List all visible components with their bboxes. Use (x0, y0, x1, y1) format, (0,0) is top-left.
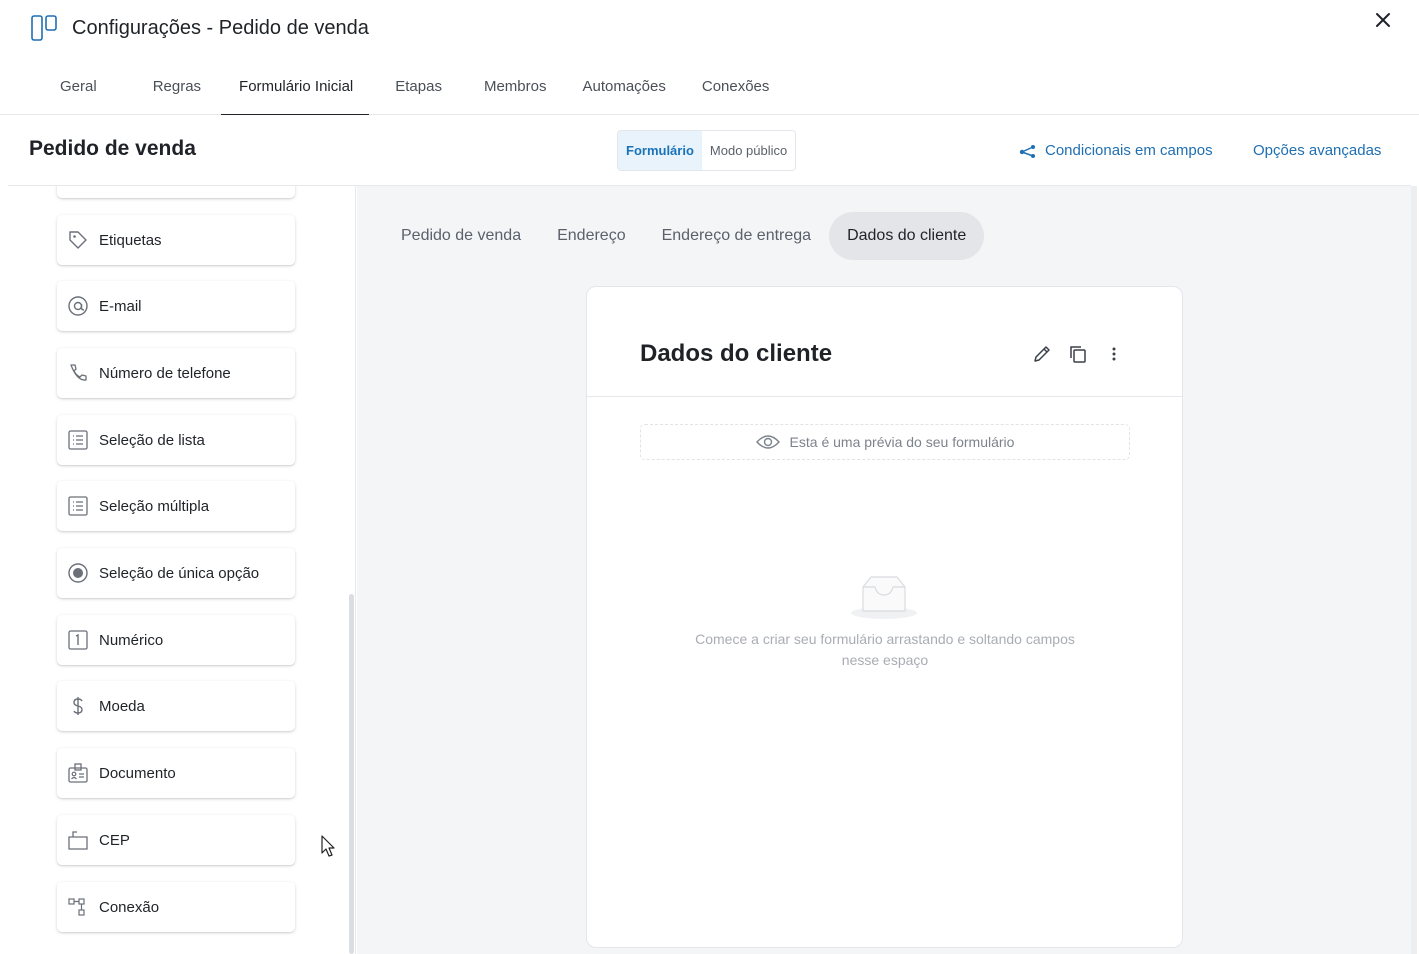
field-label: Conexão (99, 898, 160, 916)
field-label: CEP (99, 831, 130, 849)
more-options-button[interactable] (1103, 343, 1125, 365)
pencil-icon (1034, 346, 1050, 362)
tab-regras[interactable]: Regras (119, 68, 221, 115)
field-label: Numérico (99, 631, 164, 649)
field-card-email[interactable]: E-mail (57, 281, 295, 331)
field-label: Etiquetas (99, 231, 162, 249)
board-columns-icon (31, 15, 57, 41)
field-label: Moeda (99, 697, 145, 715)
eye-icon (755, 435, 780, 449)
close-icon (1376, 13, 1390, 27)
view-toggle-form[interactable]: Formulário (618, 131, 702, 170)
field-label: Documento (99, 764, 176, 782)
field-palette: Etiquetas E-mail Número de telefone Sele… (8, 186, 356, 954)
field-label: Número de telefone (99, 364, 231, 382)
field-card-cep[interactable]: CEP (57, 815, 295, 865)
field-card-phone[interactable]: Número de telefone (57, 348, 295, 398)
window-title: Configurações - Pedido de venda (72, 16, 369, 39)
number-icon (67, 629, 89, 651)
field-label: Seleção múltipla (99, 497, 210, 515)
tab-membros[interactable]: Membros (462, 68, 565, 115)
tag-icon (67, 229, 89, 251)
step-tab-dados-cliente[interactable]: Dados do cliente (829, 212, 985, 260)
step-tabs: Pedido de venda Endereço Endereço de ent… (383, 212, 985, 260)
hierarchy-icon (67, 896, 89, 918)
duplicate-button[interactable] (1067, 343, 1089, 365)
form-card-header: Dados do cliente (587, 287, 1182, 397)
form-card-actions (1031, 343, 1125, 365)
preview-notice: Esta é uma prévia do seu formulário (640, 424, 1130, 460)
preview-note-text: Esta é uma prévia do seu formulário (789, 434, 1015, 450)
mailbox-icon (67, 829, 89, 851)
tab-geral[interactable]: Geral (38, 68, 119, 115)
edit-button[interactable] (1031, 343, 1053, 365)
dollar-icon (67, 695, 89, 717)
field-label: E-mail (99, 297, 142, 315)
settings-tabs: Geral Regras Formulário Inicial Etapas M… (38, 68, 788, 116)
sidebar-scrollbar[interactable] (349, 594, 354, 954)
tab-etapas[interactable]: Etapas (369, 68, 462, 115)
step-tab-pedido-de-venda[interactable]: Pedido de venda (383, 212, 539, 260)
main-scrollbar[interactable] (1411, 186, 1417, 954)
field-label: Seleção de lista (99, 431, 205, 449)
empty-state-line-1: Comece a criar seu formulário arrastando… (695, 631, 1075, 647)
radio-icon (67, 562, 89, 584)
mouse-pointer-icon (321, 835, 335, 857)
form-card: Dados do cliente Esta é uma prévia do se… (586, 286, 1183, 948)
settings-header: Configurações - Pedido de venda Geral Re… (0, 0, 1419, 116)
step-tab-endereco-entrega[interactable]: Endereço de entrega (644, 212, 829, 260)
step-tab-endereco[interactable]: Endereço (539, 212, 644, 260)
empty-state-line-2: nesse espaço (841, 652, 929, 668)
id-card-icon (67, 762, 89, 784)
field-card-numeric[interactable]: Numérico (57, 615, 295, 665)
share-nodes-icon (1019, 144, 1035, 158)
form-canvas: Pedido de venda Endereço Endereço de ent… (357, 186, 1413, 954)
form-toolbar: Pedido de venda Formulário Modo público … (8, 115, 1411, 186)
list-icon (67, 429, 89, 451)
empty-inbox-icon (851, 576, 917, 619)
field-card-multi-select[interactable]: Seleção múltipla (57, 481, 295, 531)
field-card-etiquetas[interactable]: Etiquetas (57, 215, 295, 265)
conditionals-link[interactable]: Condicionais em campos (1019, 142, 1213, 159)
field-card-single-choice[interactable]: Seleção de única opção (57, 548, 295, 598)
title-row: Configurações - Pedido de venda (30, 12, 369, 44)
at-sign-icon (67, 295, 89, 317)
field-card-partial[interactable] (57, 186, 295, 198)
form-card-title: Dados do cliente (640, 340, 833, 367)
multi-list-icon (67, 495, 89, 517)
page-title: Pedido de venda (29, 137, 196, 160)
view-toggle: Formulário Modo público (617, 130, 797, 171)
empty-state-text: Comece a criar seu formulário arrastando… (660, 629, 1110, 671)
field-card-list-select[interactable]: Seleção de lista (57, 415, 295, 465)
close-button[interactable] (1371, 8, 1395, 32)
more-vertical-icon (1112, 347, 1116, 361)
view-toggle-public[interactable]: Modo público (701, 131, 796, 170)
conditionals-label: Condicionais em campos (1045, 142, 1213, 159)
tab-formulario-inicial[interactable]: Formulário Inicial (221, 68, 370, 116)
field-card-connection[interactable]: Conexão (57, 882, 295, 932)
tab-automacoes[interactable]: Automações (564, 68, 683, 115)
phone-icon (67, 362, 89, 384)
advanced-options-link[interactable]: Opções avançadas (1253, 142, 1381, 159)
copy-icon (1070, 346, 1086, 363)
field-card-document[interactable]: Documento (57, 748, 295, 798)
tab-conexoes[interactable]: Conexões (684, 68, 788, 115)
field-card-currency[interactable]: Moeda (57, 681, 295, 731)
field-label: Seleção de única opção (99, 564, 260, 582)
